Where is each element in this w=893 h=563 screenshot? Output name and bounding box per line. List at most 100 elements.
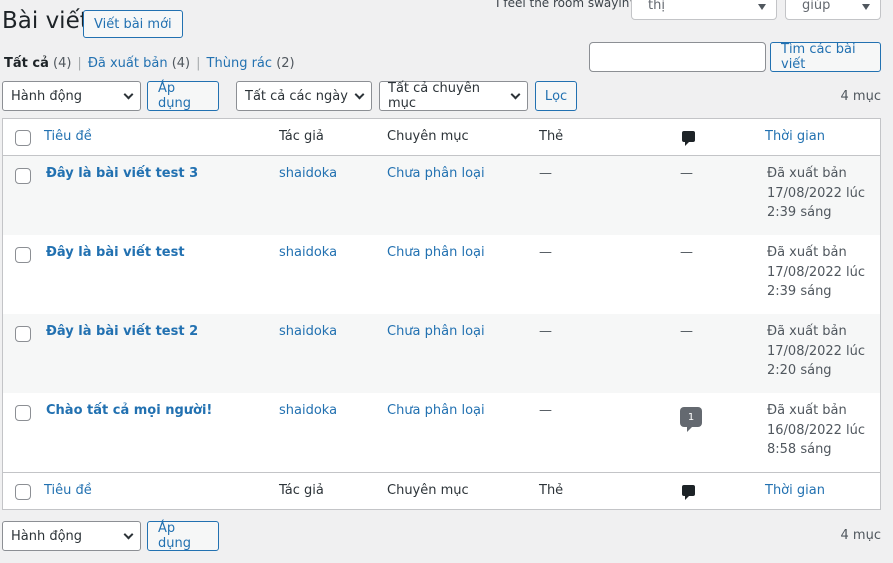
items-count-bottom: 4 mục (840, 528, 881, 543)
items-count: 4 mục (840, 89, 881, 104)
screen-options-tab[interactable]: Tùy chọn hiển thị (631, 0, 777, 20)
bulk-action-select[interactable]: Hành động (2, 81, 141, 111)
date-cell: Đã xuất bản 17/08/2022 lúc 2:20 sáng (767, 322, 865, 381)
apply-button-bottom[interactable]: Áp dụng (147, 521, 219, 551)
view-all-count: (4) (53, 56, 72, 71)
post-time: 2:20 sáng (767, 363, 832, 378)
select-all-checkbox[interactable] (15, 484, 31, 500)
post-status: Đã xuất bản (767, 245, 847, 260)
date-cell: Đã xuất bản 17/08/2022 lúc 2:39 sáng (767, 243, 865, 302)
apply-button[interactable]: Áp dụng (147, 81, 219, 111)
category-link[interactable]: Chưa phân loại (387, 403, 485, 418)
table-row: Đây là bài viết test 2 shaidoka Chưa phâ… (3, 314, 880, 393)
category-filter-label: Tất cả chuyên mục (388, 81, 480, 111)
post-title-link[interactable]: Đây là bài viết test 2 (46, 324, 198, 339)
posts-table: Tiêu đề Tác giả Chuyên mục Thẻ Thời gian… (2, 118, 881, 510)
column-title-header[interactable]: Tiêu đề (44, 129, 92, 144)
tags-value: — (539, 403, 552, 418)
table-row: Đây là bài viết test 3 shaidoka Chưa phâ… (3, 156, 880, 235)
chevron-down-icon (123, 89, 134, 99)
date-cell: Đã xuất bản 16/08/2022 lúc 8:58 sáng (767, 401, 865, 460)
header-note: I feel the room swayin' (496, 0, 633, 10)
tags-value: — (539, 324, 552, 339)
column-date-footer[interactable]: Thời gian (765, 483, 825, 498)
view-published-count: (4) (171, 56, 191, 71)
row-checkbox[interactable] (15, 405, 31, 421)
comment-count-bubble[interactable]: 1 (680, 407, 702, 432)
caret-down-icon (862, 4, 870, 10)
post-title-link[interactable]: Chào tất cả mọi người! (46, 403, 212, 418)
tags-value: — (539, 245, 552, 260)
help-label: Trợ giúp (802, 0, 831, 13)
view-trash[interactable]: Thùng rác (2) (207, 56, 295, 71)
post-status: Đã xuất bản (767, 403, 847, 418)
table-row: Chào tất cả mọi người! shaidoka Chưa phâ… (3, 393, 880, 472)
post-status: Đã xuất bản (767, 324, 847, 339)
search-posts-button[interactable]: Tìm các bài viết (770, 42, 881, 72)
view-trash-label: Thùng rác (206, 56, 273, 71)
help-tab[interactable]: Trợ giúp (785, 0, 881, 20)
chevron-down-icon (354, 89, 365, 99)
post-title-link[interactable]: Đây là bài viết test (46, 245, 185, 260)
post-time: 8:58 sáng (767, 442, 832, 457)
search-input[interactable] (589, 42, 766, 72)
column-tags-header: Thẻ (539, 129, 564, 144)
author-link[interactable]: shaidoka (279, 245, 337, 260)
column-categories-footer: Chuyên mục (387, 483, 469, 498)
post-status-filters: Tất cả (4) | Đã xuất bản (4) | Thùng rác… (4, 56, 295, 71)
date-cell: Đã xuất bản 17/08/2022 lúc 2:39 sáng (767, 164, 865, 223)
bulk-action-select-bottom[interactable]: Hành động (2, 521, 141, 551)
view-all[interactable]: Tất cả (4) (4, 56, 71, 71)
post-title-link[interactable]: Đây là bài viết test 3 (46, 166, 198, 181)
date-filter-select[interactable]: Tất cả các ngày (236, 81, 372, 111)
post-date: 17/08/2022 lúc (767, 343, 866, 359)
bulk-action-label: Hành động (11, 88, 83, 104)
column-title-footer[interactable]: Tiêu đề (44, 483, 92, 498)
chevron-down-icon (123, 529, 134, 539)
comment-icon[interactable] (682, 485, 695, 500)
view-published[interactable]: Đã xuất bản (4) (88, 56, 190, 71)
post-time: 2:39 sáng (767, 205, 832, 220)
table-footer: Tiêu đề Tác giả Chuyên mục Thẻ Thời gian (3, 472, 880, 509)
post-date: 17/08/2022 lúc (767, 264, 866, 280)
row-checkbox[interactable] (15, 168, 31, 184)
bulk-action-label: Hành động (11, 528, 83, 544)
comments-value: — (680, 324, 693, 339)
column-author-header: Tác giả (279, 129, 324, 144)
date-filter-label: Tất cả các ngày (245, 88, 348, 104)
category-link[interactable]: Chưa phân loại (387, 324, 485, 339)
table-header: Tiêu đề Tác giả Chuyên mục Thẻ Thời gian (3, 119, 880, 156)
post-time: 2:39 sáng (767, 284, 832, 299)
category-filter-select[interactable]: Tất cả chuyên mục (379, 81, 528, 111)
column-categories-header: Chuyên mục (387, 129, 469, 144)
page-title: Bài viết (2, 8, 89, 34)
comment-icon[interactable] (682, 131, 695, 146)
add-new-post-button[interactable]: Viết bài mới (83, 10, 183, 38)
row-checkbox[interactable] (15, 326, 31, 342)
category-link[interactable]: Chưa phân loại (387, 245, 485, 260)
tags-value: — (539, 166, 552, 181)
category-link[interactable]: Chưa phân loại (387, 166, 485, 181)
author-link[interactable]: shaidoka (279, 166, 337, 181)
separator: | (77, 56, 82, 71)
separator: | (196, 56, 201, 71)
select-all-checkbox[interactable] (15, 130, 31, 146)
author-link[interactable]: shaidoka (279, 403, 337, 418)
post-date: 16/08/2022 lúc (767, 422, 866, 438)
view-all-label: Tất cả (4, 56, 49, 71)
author-link[interactable]: shaidoka (279, 324, 337, 339)
column-date-header[interactable]: Thời gian (765, 129, 825, 144)
filter-button[interactable]: Lọc (535, 81, 577, 111)
table-row: Đây là bài viết test shaidoka Chưa phân … (3, 235, 880, 314)
chevron-down-icon (510, 89, 521, 99)
screen-options-label: Tùy chọn hiển thị (648, 0, 665, 13)
view-trash-count: (2) (276, 56, 295, 71)
caret-down-icon (758, 4, 766, 10)
column-tags-footer: Thẻ (539, 483, 564, 498)
comments-value: — (680, 166, 693, 181)
post-status: Đã xuất bản (767, 166, 847, 181)
row-checkbox[interactable] (15, 247, 31, 263)
column-author-footer: Tác giả (279, 483, 324, 498)
view-published-label: Đã xuất bản (87, 56, 168, 71)
comments-value: — (680, 245, 693, 260)
